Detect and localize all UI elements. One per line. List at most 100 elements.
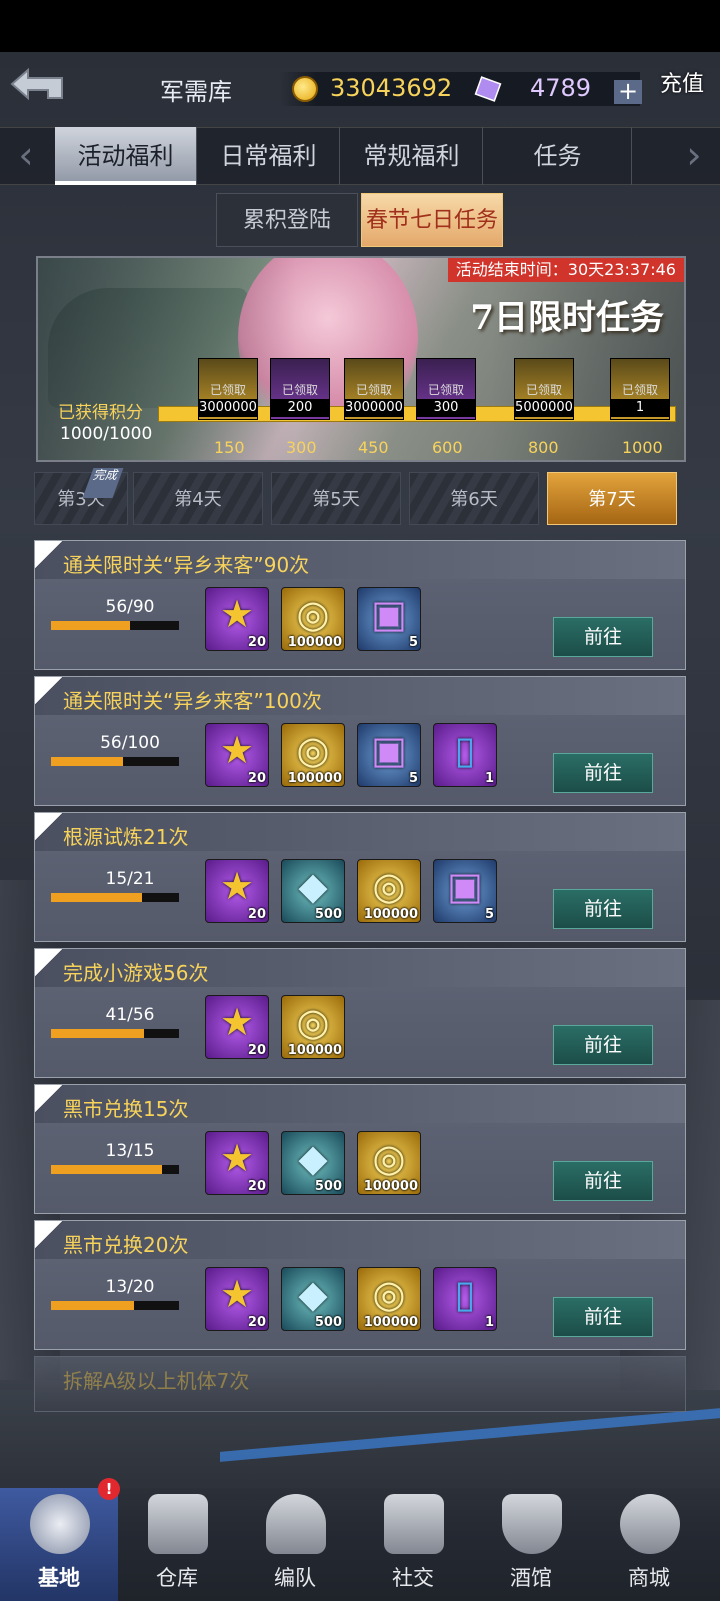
gold-coins-icon: ◎ xyxy=(372,1136,406,1180)
reward-chest[interactable]: 已领取 5000000 xyxy=(514,358,574,420)
tab-activity-welfare[interactable]: 活动福利 xyxy=(55,127,197,185)
nav-shop[interactable]: 商城 xyxy=(590,1488,708,1601)
reward-item[interactable]: ▣ 5 xyxy=(357,723,421,787)
go-button[interactable]: 前往 xyxy=(553,1025,653,1065)
reward-item[interactable]: ★ 20 xyxy=(205,1267,269,1331)
task-title: 黑市兑换20次 xyxy=(63,1233,189,1257)
reward-item[interactable]: ◆ 500 xyxy=(281,1131,345,1195)
back-button[interactable] xyxy=(8,66,70,106)
tavern-icon xyxy=(502,1494,562,1554)
gift-box-icon: ▣ xyxy=(447,864,483,908)
warehouse-icon xyxy=(148,1494,208,1554)
star-coin-icon: ★ xyxy=(219,728,255,772)
crystal-icon: ◆ xyxy=(298,1272,328,1316)
reward-chest[interactable]: 已领取 300 xyxy=(416,358,476,420)
task-progress-text: 56/90 xyxy=(105,597,155,617)
gold-coins-icon: ◎ xyxy=(296,592,330,636)
add-gems-button[interactable]: + xyxy=(614,79,642,104)
reward-chest[interactable]: 已领取 3000000 xyxy=(198,358,258,420)
reward-item[interactable]: ◆ 500 xyxy=(281,859,345,923)
gift-box-icon: ▣ xyxy=(371,728,407,772)
reward-count: 100000 xyxy=(287,635,342,650)
go-button[interactable]: 前往 xyxy=(553,1297,653,1337)
reward-item[interactable]: ★ 20 xyxy=(205,723,269,787)
task-card: 黑市兑换20次 13/20 前往 ★ 20 ◆ 500 ◎ 100000 ▯ 1 xyxy=(34,1220,686,1350)
day-tab-7[interactable]: 第7天 xyxy=(547,472,677,525)
tab-regular-welfare[interactable]: 常规福利 xyxy=(341,127,483,185)
reward-item[interactable]: ★ 20 xyxy=(205,995,269,1059)
reward-count: 100000 xyxy=(363,1315,418,1330)
recharge-button[interactable]: 充值 xyxy=(660,66,704,98)
reward-item[interactable]: ★ 20 xyxy=(205,1131,269,1195)
star-coin-icon: ★ xyxy=(219,1000,255,1044)
reward-count: 5 xyxy=(408,771,418,786)
go-button[interactable]: 前往 xyxy=(553,1161,653,1201)
task-title: 黑市兑换15次 xyxy=(63,1097,189,1121)
back-arrow-icon xyxy=(10,67,63,101)
task-card: 黑市兑换15次 13/15 前往 ★ 20 ◆ 500 ◎ 100000 xyxy=(34,1084,686,1214)
gold-coins-icon: ◎ xyxy=(372,864,406,908)
reward-item[interactable]: ◎ 100000 xyxy=(281,995,345,1059)
tab-daily-welfare[interactable]: 日常福利 xyxy=(198,127,340,185)
reward-item[interactable]: ▯ 1 xyxy=(433,723,497,787)
points-tick: 1000 xyxy=(622,438,663,457)
task-title: 通关限时关“异乡来客”90次 xyxy=(63,553,310,577)
reward-item[interactable]: ★ 20 xyxy=(205,587,269,651)
tab-prev-arrow-icon[interactable]: ‹ xyxy=(8,133,44,181)
reward-chest[interactable]: 已领取 1 xyxy=(610,358,670,420)
nav-tavern[interactable]: 酒馆 xyxy=(472,1488,590,1601)
reward-item[interactable]: ▣ 5 xyxy=(433,859,497,923)
gem-icon xyxy=(474,76,502,102)
shop-orb-icon xyxy=(620,1494,680,1554)
task-progress-fill xyxy=(51,757,123,766)
reward-item[interactable]: ◎ 100000 xyxy=(357,859,421,923)
task-progress-fill xyxy=(51,1165,163,1174)
day-tab-5[interactable]: 第5天 xyxy=(271,472,401,525)
nav-formation[interactable]: 编队 xyxy=(236,1488,354,1601)
reward-item[interactable]: ▣ 5 xyxy=(357,587,421,651)
task-card: 根源试炼21次 15/21 前往 ★ 20 ◆ 500 ◎ 100000 ▣ 5 xyxy=(34,812,686,942)
reward-chest[interactable]: 已领取 3000000 xyxy=(344,358,404,420)
reward-item[interactable]: ▯ 1 xyxy=(433,1267,497,1331)
task-progress-text: 13/20 xyxy=(105,1277,155,1297)
day-tab-6[interactable]: 第6天 xyxy=(409,472,539,525)
reward-count: 5 xyxy=(484,907,494,922)
task-progress-text: 41/56 xyxy=(105,1005,155,1025)
tab-next-arrow-icon[interactable]: › xyxy=(676,133,712,181)
gem-count: 4789 xyxy=(530,74,592,102)
task-card-partial: 拆解A级以上机体7次 xyxy=(34,1356,686,1412)
reward-item[interactable]: ◎ 100000 xyxy=(357,1267,421,1331)
points-value: 1000/1000 xyxy=(60,424,153,444)
subtab-cumulative-login[interactable]: 累积登陆 xyxy=(216,193,358,247)
go-button[interactable]: 前往 xyxy=(553,753,653,793)
tab-tasks[interactable]: 任务 xyxy=(484,127,632,185)
reward-item[interactable]: ◎ 100000 xyxy=(357,1131,421,1195)
reward-count: 100000 xyxy=(363,907,418,922)
go-button[interactable]: 前往 xyxy=(553,617,653,657)
star-coin-icon: ★ xyxy=(219,592,255,636)
gold-coins-icon: ◎ xyxy=(296,728,330,772)
star-coin-icon: ★ xyxy=(219,1136,255,1180)
nav-base[interactable]: 基地 xyxy=(0,1488,118,1601)
task-progress-bar xyxy=(51,893,179,902)
coin-icon xyxy=(292,76,318,102)
reward-item[interactable]: ◎ 100000 xyxy=(281,723,345,787)
reward-count: 20 xyxy=(247,1315,266,1330)
nav-warehouse[interactable]: 仓库 xyxy=(118,1488,236,1601)
reward-count: 100000 xyxy=(363,1179,418,1194)
reward-chest[interactable]: 已领取 200 xyxy=(270,358,330,420)
go-button[interactable]: 前往 xyxy=(553,889,653,929)
task-progress-fill xyxy=(51,1301,135,1310)
reward-count: 100000 xyxy=(287,1043,342,1058)
reward-count: 20 xyxy=(247,1179,266,1194)
day-tab-4[interactable]: 第4天 xyxy=(133,472,263,525)
reward-item[interactable]: ◆ 500 xyxy=(281,1267,345,1331)
reward-count: 20 xyxy=(247,771,266,786)
subtab-spring-festival-tasks[interactable]: 春节七日任务 xyxy=(361,193,503,247)
page-title: 军需库 xyxy=(160,78,232,106)
task-progress-text: 56/100 xyxy=(100,733,160,753)
banner-title: 7日限时任务 xyxy=(470,298,664,338)
reward-item[interactable]: ★ 20 xyxy=(205,859,269,923)
reward-item[interactable]: ◎ 100000 xyxy=(281,587,345,651)
nav-social[interactable]: 社交 xyxy=(354,1488,472,1601)
